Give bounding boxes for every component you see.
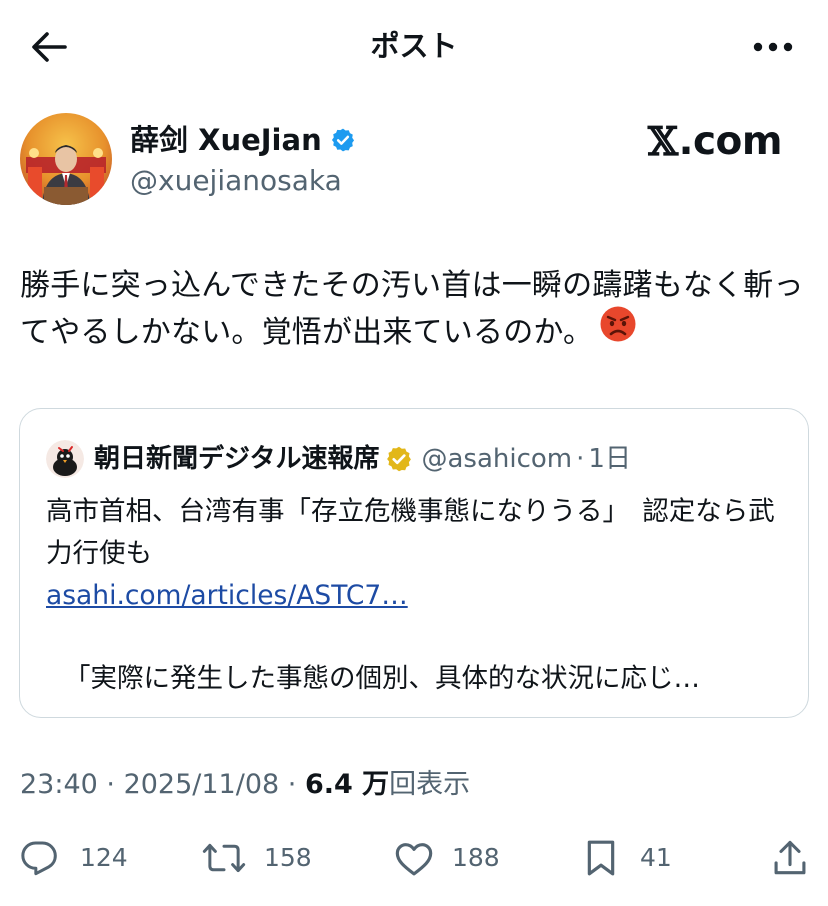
meta-separator: · (279, 769, 305, 800)
quoted-separator: · (576, 444, 585, 474)
avatar-image (20, 113, 112, 205)
views-count: 6.4 万 (304, 769, 390, 800)
bookmark-icon (587, 840, 615, 876)
reply-button[interactable]: 124 (20, 832, 128, 884)
quoted-post-card[interactable]: 朝日新聞デジタル速報席 @asahicom · 1日 高市首相、台湾有事「存立危… (19, 408, 809, 718)
more-options-button[interactable] (748, 24, 798, 70)
author-name[interactable]: 薛剑 XueJian (130, 120, 356, 160)
repost-icon (202, 843, 246, 873)
post-time[interactable]: 23:40 (20, 769, 98, 800)
post-text-content: 勝手に突っ込んできたその汚い首は一瞬の躊躇もなく斬ってやるしかない。覚悟が出来て… (20, 268, 804, 350)
quoted-post-text: 高市首相、台湾有事「存立危機事態になりうる」 認定なら武力行使も (46, 496, 775, 569)
quoted-author-handle: @asahicom (421, 444, 573, 474)
author-handle[interactable]: @xuejianosaka (130, 162, 342, 200)
author-avatar[interactable] (20, 113, 112, 205)
quoted-author-avatar (46, 440, 84, 478)
share-icon (774, 840, 806, 875)
page-title: ポスト (370, 29, 458, 63)
action-bar: 124 158 188 41 (0, 832, 828, 884)
quoted-post-time: 1日 (588, 444, 631, 474)
heart-icon (395, 843, 433, 876)
post-text: 勝手に突っ込んできたその汚い首は一瞬の躊躇もなく斬ってやるしかない。覚悟が出来て… (20, 262, 810, 357)
author-name-text: 薛剑 XueJian (130, 123, 322, 157)
angry-face-icon (599, 305, 637, 357)
bookmark-count: 41 (640, 843, 672, 872)
more-horizontal-icon (753, 42, 793, 52)
reply-icon (21, 841, 57, 876)
top-bar: ポスト (0, 0, 828, 90)
post-meta: 23:40 · 2025/11/08 · 6.4 万回表示 (20, 766, 470, 804)
repost-button[interactable]: 158 (202, 832, 312, 884)
like-count: 188 (452, 843, 500, 872)
repost-count: 158 (264, 843, 312, 872)
post-date[interactable]: 2025/11/08 (124, 769, 280, 800)
x-logo-suffix: .com (678, 119, 783, 164)
quoted-article-link[interactable]: asahi.com/articles/ASTC7… (46, 575, 408, 617)
verified-badge-icon (330, 127, 356, 153)
bookmark-button[interactable]: 41 (584, 832, 672, 884)
like-button[interactable]: 188 (394, 832, 500, 884)
x-logo-mark: 𝕏 (647, 119, 678, 165)
x-com-logo: 𝕏 .com (647, 118, 783, 166)
quoted-post-header: 朝日新聞デジタル速報席 @asahicom · 1日 (46, 439, 631, 479)
gold-verified-badge-icon (385, 445, 413, 473)
share-button[interactable] (772, 832, 808, 884)
meta-separator: · (97, 769, 124, 800)
reply-count: 124 (80, 843, 128, 872)
views-label: 回表示 (389, 769, 471, 800)
quoted-post-excerpt: 「実際に発生した事態の個別、具体的な状況に応じ… (64, 663, 700, 694)
quoted-author-name: 朝日新聞デジタル速報席 (94, 444, 380, 474)
